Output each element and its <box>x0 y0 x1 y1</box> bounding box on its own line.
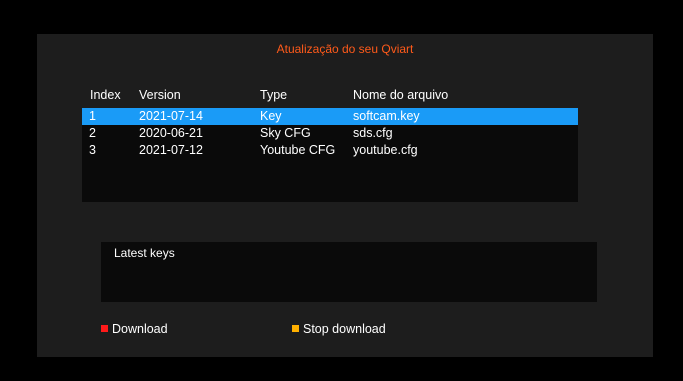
dialog-title: Atualização do seu Qviart <box>276 42 414 56</box>
row-index: 3 <box>89 143 96 157</box>
row-file: softcam.key <box>353 109 420 123</box>
table-header: Index Version Type Nome do arquivo <box>90 88 590 104</box>
column-header-version: Version <box>139 88 181 102</box>
info-text: Latest keys <box>114 246 175 260</box>
update-list: 1 2021-07-14 Key softcam.key 2 2020-06-2… <box>82 108 578 202</box>
yellow-key-icon <box>292 325 299 332</box>
column-header-index: Index <box>90 88 121 102</box>
stop-download-label: Stop download <box>303 322 386 336</box>
stop-download-hint[interactable]: Stop download <box>292 321 386 337</box>
row-file: youtube.cfg <box>353 143 418 157</box>
download-hint[interactable]: Download <box>101 321 168 337</box>
update-dialog: Atualização do seu Qviart Index Version … <box>37 34 653 357</box>
table-row-2[interactable]: 2 2020-06-21 Sky CFG sds.cfg <box>82 125 578 142</box>
info-box: Latest keys <box>101 242 597 302</box>
download-label: Download <box>112 322 168 336</box>
row-type: Key <box>260 109 282 123</box>
row-file: sds.cfg <box>353 126 393 140</box>
row-type: Sky CFG <box>260 126 311 140</box>
row-version: 2021-07-14 <box>139 109 203 123</box>
row-index: 1 <box>89 109 96 123</box>
table-row-3[interactable]: 3 2021-07-12 Youtube CFG youtube.cfg <box>82 142 578 159</box>
row-index: 2 <box>89 126 96 140</box>
table-row-1[interactable]: 1 2021-07-14 Key softcam.key <box>82 108 578 125</box>
row-version: 2021-07-12 <box>139 143 203 157</box>
row-version: 2020-06-21 <box>139 126 203 140</box>
column-header-file: Nome do arquivo <box>353 88 449 102</box>
red-key-icon <box>101 325 108 332</box>
column-header-type: Type <box>260 88 288 102</box>
row-type: Youtube CFG <box>260 143 336 157</box>
